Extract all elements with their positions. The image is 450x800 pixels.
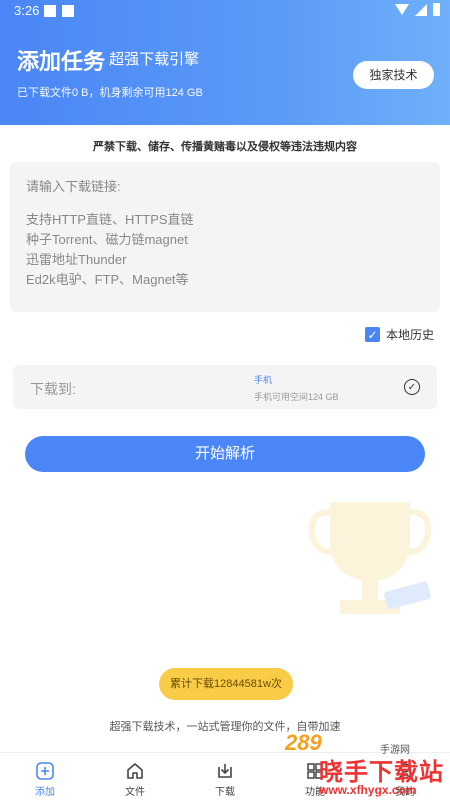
local-history-label: 本地历史 [385, 328, 434, 342]
nav-item-add[interactable]: 添加 [0, 753, 90, 800]
nav-label: 下载 [215, 787, 235, 798]
battery-icon [433, 3, 440, 16]
notification-icon [44, 5, 56, 17]
link-input-placeholder: 请输入下载链接: [26, 179, 121, 194]
link-hint: 迅雷地址Thunder [26, 252, 127, 267]
wifi-icon [395, 4, 409, 15]
page-subtitle: - 超强下载引擎 [100, 51, 200, 68]
download-to-label: 下载到: [30, 381, 76, 397]
page-title: 添加任务 [17, 49, 106, 74]
legal-warning: 严禁下载、储存、传播黄赌毒以及侵权等违法违规内容 [93, 141, 357, 153]
nav-label: 添加 [35, 787, 55, 798]
link-hint: 支持HTTP直链、HTTPS直链 [26, 212, 194, 227]
nav-item-download[interactable]: 下载 [180, 753, 270, 800]
local-history-toggle[interactable]: ✓ 本地历史 [364, 326, 434, 343]
storage-info: 已下载文件0 B，机身剩余可用124 GB [17, 87, 203, 99]
exclusive-tech-button[interactable]: 独家技术 [353, 61, 434, 89]
start-parse-button[interactable]: 开始解析 [25, 436, 425, 472]
link-hints: 支持HTTP直链、HTTPS直链 种子Torrent、磁力链magnet 迅雷地… [26, 210, 424, 290]
trophy-icon [308, 502, 432, 614]
nav-label: 文件 [125, 787, 145, 798]
download-location: 手机 [254, 375, 273, 385]
checkbox-icon[interactable]: ✓ [364, 327, 380, 342]
status-bar: 3:26 [0, 0, 450, 22]
notification-icon [62, 5, 74, 17]
link-input[interactable]: 请输入下载链接: 支持HTTP直链、HTTPS直链 种子Torrent、磁力链m… [10, 162, 440, 312]
add-icon [36, 762, 54, 780]
watermark-url: www.xfhygx.com [319, 783, 417, 797]
available-space: 手机可用空间124 GB [254, 392, 339, 402]
link-hint: 种子Torrent、磁力链magnet [26, 232, 188, 247]
signal-icon [415, 3, 427, 16]
status-time: 3:26 [14, 3, 40, 18]
slogan: 超强下载技术，一站式管理你的文件，自带加速 [109, 721, 341, 733]
watermark-number: 289 [285, 730, 322, 755]
check-circle-icon[interactable]: ✓ [404, 379, 420, 395]
download-icon [218, 764, 232, 778]
watermark-text: 晓手下载站 [319, 759, 444, 786]
download-counter-badge: 累计下载12844581w次 [159, 668, 293, 700]
home-icon [127, 763, 143, 779]
header: 3:26 添加任务 - 超强下载引擎 已下载文件0 B，机身剩余可用124 GB… [0, 0, 450, 125]
download-location-selector[interactable]: 下载到: 手机 手机可用空间124 GB ✓ [13, 365, 437, 409]
nav-item-files[interactable]: 文件 [90, 753, 180, 800]
link-hint: Ed2k电驴、FTP、Magnet等 [26, 272, 189, 287]
